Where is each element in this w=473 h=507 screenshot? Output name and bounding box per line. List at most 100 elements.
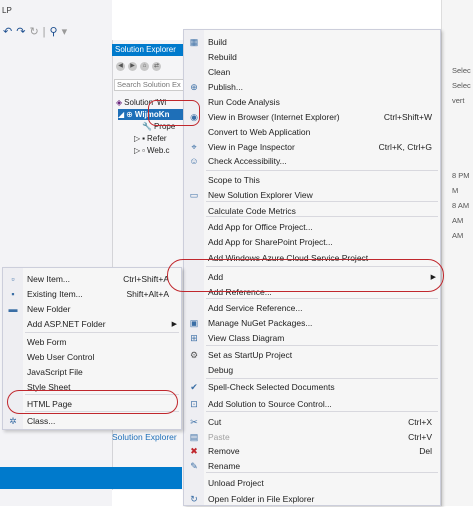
accessibility-icon: ☺ — [189, 156, 199, 166]
menu-item-label: Add ASP.NET Folder — [27, 319, 106, 329]
rename-icon: ✎ — [190, 461, 198, 471]
menu-item-cut[interactable]: ✂ Cut Ctrl+X — [184, 415, 440, 430]
tree-item[interactable]: ▷ ▪ Refer — [134, 133, 167, 144]
sync-icon[interactable]: ⇄ — [152, 62, 161, 71]
new-view-icon: ▭ — [189, 190, 199, 200]
menu-item-rebuild[interactable]: Rebuild — [184, 50, 440, 65]
submenu-item-class[interactable]: ✲ Class... — [3, 414, 181, 429]
refresh-icon[interactable]: ↻ — [29, 26, 38, 38]
back-icon[interactable]: ◀ — [116, 62, 125, 71]
menu-item-clean[interactable]: Clean — [184, 65, 440, 80]
menu-item-label: New Solution Explorer View — [208, 190, 313, 200]
submenu-item-new-item[interactable]: ▫ New Item... Ctrl+Shift+A — [3, 272, 181, 287]
paste-icon: ▤ — [189, 432, 199, 442]
menu-item-label: New Folder — [27, 304, 71, 314]
menu-item-shortcut: Ctrl+K, Ctrl+G — [378, 142, 432, 152]
ide-toolbar: ↶ ↷ ↻ | ⚲ ▾ — [0, 24, 112, 40]
menu-separator — [25, 332, 179, 333]
source-control-icon: ⊡ — [190, 399, 198, 409]
menu-item-shortcut: Ctrl+Shift+A — [123, 274, 169, 284]
menu-item-view-in-page-inspector[interactable]: ⌖ View in Page Inspector Ctrl+K, Ctrl+G — [184, 140, 440, 155]
menu-item-new-solution-explorer-view[interactable]: ▭ New Solution Explorer View — [184, 188, 440, 203]
menu-item-paste[interactable]: ▤ Paste Ctrl+V — [184, 430, 440, 445]
cut-icon: ✂ — [190, 417, 198, 427]
menu-item-scope-to-this[interactable]: Scope to This — [184, 173, 440, 188]
solution-explorer-toolbar: ◀ ▶ ⌂ ⇄ — [116, 62, 161, 71]
menu-separator — [206, 170, 438, 171]
menu-item-add-app-for-office-project[interactable]: Add App for Office Project... — [184, 220, 440, 235]
menu-item-debug[interactable]: Debug — [184, 363, 440, 378]
menu-item-set-as-startup-project[interactable]: ⚙ Set as StartUp Project — [184, 348, 440, 363]
expand-icon: ▷ — [134, 146, 141, 155]
menu-item-manage-nuget-packages[interactable]: ▣ Manage NuGet Packages... — [184, 316, 440, 331]
menu-item-label: Existing Item... — [27, 289, 83, 299]
submenu-item-web-user-control[interactable]: Web User Control — [3, 350, 181, 365]
build-icon: ▦ — [189, 37, 199, 47]
nuget-icon: ▣ — [189, 318, 199, 328]
menu-item-label: Manage NuGet Packages... — [208, 318, 313, 328]
menu-item-label: Clean — [208, 67, 231, 77]
config-file-icon: ▫ — [142, 146, 145, 155]
menu-item-label: Convert to Web Application — [208, 127, 311, 137]
tree-item[interactable]: ▷ ▫ Web.c — [134, 145, 170, 156]
right-text: Selec — [452, 81, 471, 90]
forward-icon[interactable]: ↷ — [16, 26, 25, 38]
home-icon[interactable]: ⌂ — [140, 62, 149, 71]
submenu-item-add-asp-net-folder[interactable]: Add ASP.NET Folder ▶ — [3, 317, 181, 332]
menu-item-label: Paste — [208, 432, 230, 442]
menu-item-unload-project[interactable]: Unload Project — [184, 476, 440, 491]
back-icon[interactable]: ↶ — [3, 26, 12, 38]
submenu-item-new-folder[interactable]: ▬ New Folder — [3, 302, 181, 317]
menu-item-label: Add App for Office Project... — [208, 222, 313, 232]
menu-item-add-service-reference[interactable]: Add Service Reference... — [184, 301, 440, 316]
submenu-item-existing-item[interactable]: ▪ Existing Item... Shift+Alt+A — [3, 287, 181, 302]
inspector-icon: ⌖ — [191, 142, 197, 152]
menu-item-label: Web User Control — [27, 352, 95, 362]
menu-item-calculate-code-metrics[interactable]: Calculate Code Metrics — [184, 204, 440, 219]
open-folder-icon: ↻ — [190, 494, 198, 504]
menu-item-label: View Class Diagram — [208, 333, 285, 343]
menu-item-add-solution-to-source-control[interactable]: ⊡ Add Solution to Source Control... — [184, 397, 440, 412]
collapse-icon: ◢ — [118, 110, 125, 119]
solution-icon: ◈ — [116, 98, 123, 107]
html-page-highlight-ring — [7, 390, 178, 414]
menu-item-convert-to-web-application[interactable]: Convert to Web Application — [184, 125, 440, 140]
menu-item-view-class-diagram[interactable]: ⊞ View Class Diagram — [184, 331, 440, 346]
menu-item-label: Rebuild — [208, 52, 237, 62]
menu-item-run-code-analysis[interactable]: Run Code Analysis — [184, 95, 440, 110]
separator-icon: | — [42, 26, 46, 38]
menu-item-label: New Item... — [27, 274, 70, 284]
class-icon: ✲ — [9, 416, 17, 426]
solution-explorer-search[interactable]: Search Solution Ex — [114, 79, 184, 91]
menu-item-rename[interactable]: ✎ Rename — [184, 459, 440, 474]
project-highlight-ring — [148, 100, 200, 126]
menu-item-view-in-browser-internet-explorer[interactable]: ◉ View in Browser (Internet Explorer) Ctrl… — [184, 110, 440, 125]
menu-item-label: Spell-Check Selected Documents — [208, 382, 335, 392]
menu-item-label: Rename — [208, 461, 241, 471]
solution-explorer-tab[interactable]: Solution Explorer — [112, 432, 177, 442]
menu-item-label: Add Solution to Source Control... — [208, 399, 332, 409]
menu-item-check-accessibility[interactable]: ☺ Check Accessibility... — [184, 154, 440, 169]
project-icon: ⊕ — [126, 110, 133, 119]
attach-icon[interactable]: ⚲ — [50, 26, 58, 38]
forward-icon[interactable]: ▶ — [128, 62, 137, 71]
menu-item-open-folder-in-file-explorer[interactable]: ↻ Open Folder in File Explorer — [184, 492, 440, 507]
dropdown-icon[interactable]: ▾ — [62, 26, 68, 38]
menu-item-label: Scope to This — [208, 175, 260, 185]
submenu-item-web-form[interactable]: Web Form — [3, 335, 181, 350]
menu-item-publish[interactable]: ⊕ Publish... — [184, 80, 440, 95]
menu-separator — [206, 378, 438, 379]
menu-item-add-app-for-sharepoint-project[interactable]: Add App for SharePoint Project... — [184, 235, 440, 250]
right-text: Selec — [452, 66, 471, 75]
menu-item-label: View in Browser (Internet Explorer) — [208, 112, 340, 122]
menu-item-remove[interactable]: ✖ Remove Del — [184, 444, 440, 459]
menu-item-spell-check-selected-documents[interactable]: ✔ Spell-Check Selected Documents — [184, 380, 440, 395]
menu-item-shortcut: Ctrl+Shift+W — [383, 112, 432, 122]
menu-item-label: Unload Project — [208, 478, 264, 488]
menu-item-shortcut: Ctrl+V — [408, 432, 432, 442]
menu-item-build[interactable]: ▦ Build — [184, 35, 440, 50]
right-text: AM — [452, 231, 464, 240]
right-text: vert — [452, 96, 465, 105]
menu-item-label: Add App for SharePoint Project... — [208, 237, 333, 247]
submenu-item-javascript-file[interactable]: JavaScript File — [3, 365, 181, 380]
